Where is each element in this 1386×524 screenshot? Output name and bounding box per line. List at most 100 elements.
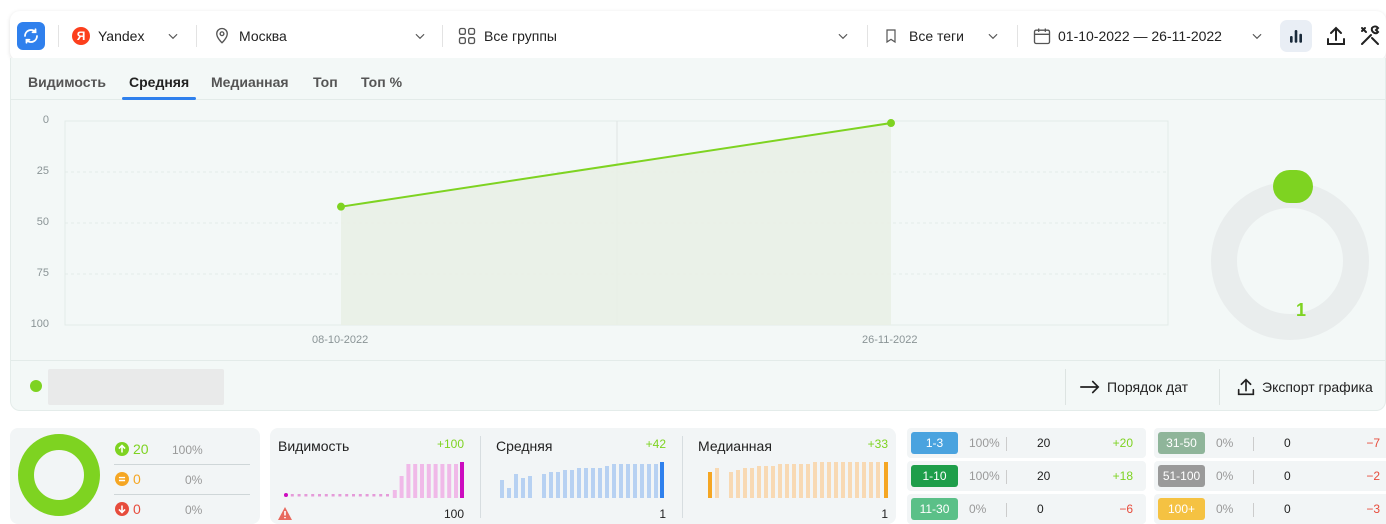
engine-select[interactable]: Я Yandex	[72, 11, 144, 61]
range-percent: 0%	[969, 502, 987, 516]
spark-bar	[654, 464, 658, 498]
range-percent: 0%	[1216, 469, 1234, 483]
spark-bar	[841, 462, 845, 498]
spark-bar	[862, 462, 866, 498]
spark-bar	[591, 468, 595, 498]
date-range-label: 01-10-2022 — 26-11-2022	[1058, 28, 1222, 44]
range-count: 20	[1037, 469, 1051, 483]
spark-bar	[647, 464, 651, 498]
groups-select[interactable]: Все группы	[457, 11, 557, 61]
spark-bar	[406, 464, 411, 498]
spark-bar	[750, 468, 754, 498]
legend-dot[interactable]	[30, 380, 42, 392]
spark-bar	[764, 466, 768, 498]
spark-bar	[447, 464, 452, 498]
metric-median-value: 1	[881, 507, 888, 521]
spark-bar	[729, 472, 733, 498]
same-pct: 0%	[185, 473, 203, 487]
metric-average-title: Средняя	[496, 438, 553, 454]
tags-select[interactable]: Все теги	[883, 11, 964, 61]
chevron-down-icon[interactable]	[836, 29, 850, 43]
range-badge: 11-30	[911, 498, 958, 520]
date-range-select[interactable]: 01-10-2022 — 26-11-2022	[1032, 11, 1222, 61]
average-sparkline	[500, 462, 664, 498]
spark-bar	[563, 470, 567, 498]
spark-bar	[318, 494, 321, 497]
metric-visibility-title: Видимость	[278, 438, 350, 454]
donut-value: 1	[1295, 300, 1306, 320]
spark-bar	[778, 464, 782, 498]
spark-bar	[500, 480, 504, 498]
app-root: Я Yandex Москва Все группы Все теги 01-1…	[0, 0, 1386, 524]
spark-bar	[324, 494, 328, 497]
bookmark-icon	[886, 29, 896, 44]
location-pin-icon	[216, 27, 228, 44]
spark-bar	[771, 466, 775, 498]
range-delta: −3	[1366, 502, 1380, 516]
chevron-down-icon[interactable]	[1250, 29, 1264, 43]
up-pct: 100%	[172, 443, 203, 457]
series-point[interactable]	[887, 119, 895, 128]
range-badge: 51-100	[1158, 465, 1205, 487]
region-label: Москва	[239, 28, 287, 44]
range-delta: −2	[1366, 469, 1380, 483]
spark-bar	[612, 464, 616, 498]
range-delta: +18	[1112, 469, 1133, 483]
spark-bar	[820, 462, 824, 498]
filter-toolbar: Я Yandex Москва Все группы Все теги 01-1…	[10, 11, 1386, 61]
range-delta: −7	[1366, 436, 1380, 450]
spark-bar	[358, 494, 362, 497]
chevron-down-icon[interactable]	[986, 29, 1000, 43]
spark-current-bar	[884, 462, 888, 498]
region-select[interactable]: Москва	[213, 11, 287, 61]
spark-bar	[386, 494, 389, 497]
spark-bar	[626, 464, 630, 498]
same-count: 0	[133, 471, 141, 487]
spark-bar	[454, 464, 458, 498]
spark-bar	[799, 464, 803, 498]
spark-bar	[304, 494, 308, 497]
arrow-down-circle-icon	[115, 502, 129, 516]
spark-bar	[549, 472, 553, 498]
metric-average-delta: +42	[645, 437, 666, 451]
range-percent: 0%	[1216, 502, 1234, 516]
spark-bar	[785, 464, 789, 498]
export-icon[interactable]	[1324, 24, 1348, 48]
range-percent: 100%	[969, 436, 1000, 450]
date-order-button[interactable]: Порядок дат	[1079, 361, 1188, 412]
spark-bar	[813, 462, 817, 498]
series-point[interactable]	[337, 202, 345, 211]
legend-label-box[interactable]	[48, 369, 224, 405]
engine-label: Yandex	[98, 28, 145, 44]
refresh-button[interactable]	[17, 22, 45, 50]
spark-bar	[598, 468, 602, 498]
spark-bar	[433, 464, 438, 498]
range-badge: 100+	[1158, 498, 1205, 520]
spark-bar	[420, 464, 424, 498]
spark-current-bar	[660, 462, 664, 498]
spark-bar	[440, 464, 445, 498]
warning-icon	[278, 507, 292, 520]
spark-bar	[392, 490, 397, 498]
spark-bar	[570, 470, 574, 498]
average-position-chart	[64, 119, 1369, 340]
range-badge: 31-50	[1158, 432, 1205, 454]
export-chart-label: Экспорт графика	[1262, 378, 1373, 395]
spark-bar	[365, 494, 369, 497]
tags-label: Все теги	[909, 28, 964, 44]
down-count: 0	[133, 501, 141, 517]
metric-median-delta: +33	[867, 437, 888, 451]
tools-icon[interactable]	[1358, 24, 1382, 48]
visibility-sparkline	[284, 462, 464, 498]
range-count: 20	[1037, 436, 1051, 450]
chevron-down-icon[interactable]	[166, 29, 180, 43]
chart-view-button[interactable]	[1280, 20, 1312, 52]
export-chart-button[interactable]: Экспорт графика	[1235, 361, 1373, 412]
chevron-down-icon[interactable]	[413, 29, 427, 43]
spark-bar	[352, 494, 355, 497]
spark-bar	[708, 472, 712, 498]
spark-bar	[507, 488, 511, 498]
spark-bar	[743, 468, 747, 498]
range-percent: 0%	[1216, 436, 1234, 450]
up-count: 20	[133, 441, 149, 457]
